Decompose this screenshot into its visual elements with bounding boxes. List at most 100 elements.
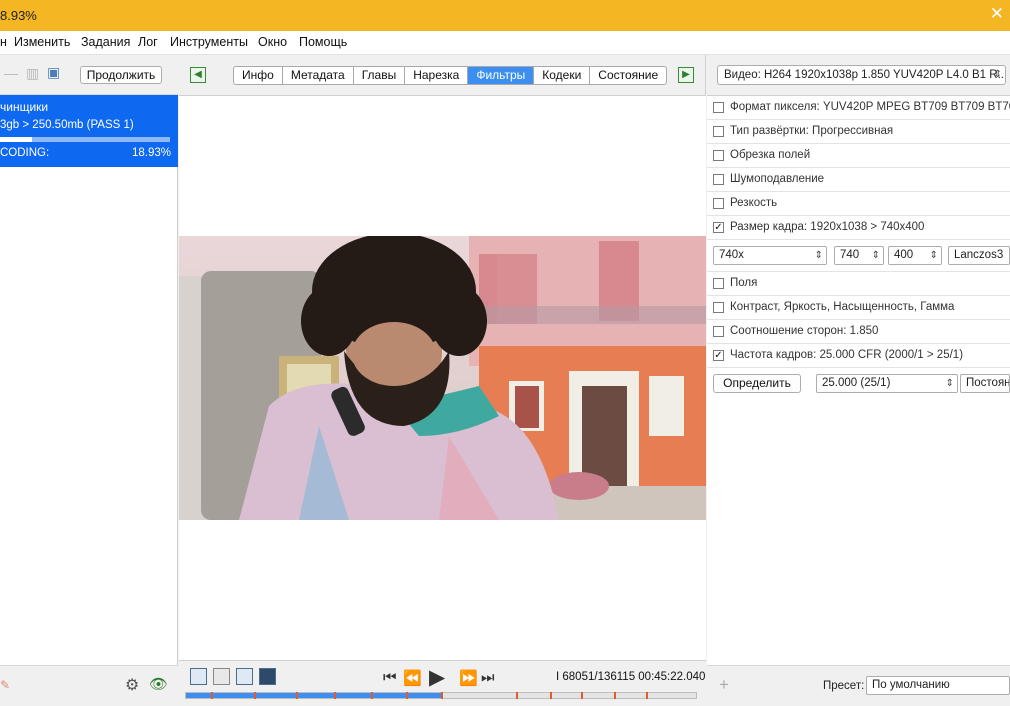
filter-framerate[interactable]: ✓ Частота кадров: 25.000 CFR (2000/1 > 2… [707,344,1010,368]
fast-forward-icon[interactable]: ⏩ [459,669,478,687]
chapter-marker [441,692,443,699]
chapter-marker [581,692,583,699]
filter-aspect[interactable]: Соотношение сторон: 1.850 [707,320,1010,344]
queue-toolbar: — ▥ ▣ Продолжить [0,55,178,95]
filter-resize[interactable]: ✓ Размер кадра: 1920x1038 > 740x400 [707,216,1010,240]
filter-checkbox[interactable] [713,302,724,313]
gear-icon[interactable]: ⚙ [125,675,139,695]
rewind-icon[interactable]: ⏪ [403,669,422,687]
filter-label: Тип развёртки: Прогрессивная [730,125,894,137]
width-value: 740 [840,249,860,261]
job-item[interactable]: чинщики 3gb > 250.50mb (PASS 1) CODING: … [0,95,178,167]
resize-preset-value: 740x [719,249,744,261]
timecode: I 68051/136115 00:45:22.040 [556,671,706,683]
height-input[interactable]: 400 ⇕ [888,246,942,265]
filter-label: Резкость [730,197,778,209]
copy-icon[interactable] [236,668,253,685]
job-percent: 18.93% [131,147,171,159]
tab-trim[interactable]: Нарезка [405,67,469,84]
play-icon[interactable]: ▶ [429,665,445,690]
save-icon[interactable]: ▣ [47,64,60,81]
chapter-marker [614,692,616,699]
filter-label: Контраст, Яркость, Насыщенность, Гамма [730,301,955,313]
chapter-marker [371,692,373,699]
menu-edit[interactable]: Изменить [14,35,70,49]
scaler-select[interactable]: Lanczos3 [948,246,1010,265]
nav-back-icon[interactable]: ◀ [190,67,206,83]
tab-status[interactable]: Состояние [590,67,666,84]
filter-checkbox-checked[interactable]: ✓ [713,222,724,233]
updown-icon: ⇕ [871,250,880,261]
filter-color[interactable]: Контраст, Яркость, Насыщенность, Гамма [707,296,1010,320]
add-icon[interactable]: + [719,675,729,695]
filter-scan-type[interactable]: Тип развёртки: Прогрессивная [707,120,1010,144]
tab-filters[interactable]: Фильтры [468,67,535,84]
tab-chapters[interactable]: Главы [354,67,406,84]
framerate-mode-select[interactable]: Постоян [960,374,1010,393]
close-icon[interactable]: ✕ [990,4,1004,24]
width-input[interactable]: 740 ⇕ [834,246,884,265]
filter-label: Формат пикселя: YUV420P MPEG BT709 BT709… [730,101,1010,113]
chapter-marker [406,692,408,699]
stream-select[interactable]: Видео: H264 1920x1038p 1.850 YUV420P L4.… [717,65,1006,85]
filter-label: Частота кадров: 25.000 CFR (2000/1 > 25/… [730,349,964,361]
preset-label: Пресет: [823,680,865,692]
menu-jobs[interactable]: Задания [81,35,130,49]
menu-log[interactable]: Лог [138,35,158,49]
filter-checkbox[interactable] [713,102,724,113]
filter-fields[interactable]: Поля [707,272,1010,296]
skip-start-icon[interactable]: ⏮ [383,669,397,686]
resize-settings: 740x ⇕ 740 ⇕ 400 ⇕ Lanczos3 [707,240,1010,272]
filter-denoise[interactable]: Шумоподавление [707,168,1010,192]
trash-icon[interactable]: ▥ [26,65,39,82]
preset-select[interactable]: По умолчанию [866,676,1010,695]
chapter-marker [296,692,298,699]
tab-info[interactable]: Инфо [234,67,283,84]
chapter-marker [254,692,256,699]
menu-help[interactable]: Помощь [299,35,347,49]
menu-file[interactable]: н [0,35,7,49]
filter-checkbox[interactable] [713,126,724,137]
nav-forward-icon[interactable]: ▶ [678,67,694,83]
tab-codecs[interactable]: Кодеки [534,67,591,84]
skip-end-icon[interactable]: ⏭ [481,669,495,686]
continue-button[interactable]: Продолжить [80,66,162,84]
image-icon[interactable] [259,668,276,685]
job-name: чинщики [0,100,49,114]
chapter-marker [211,692,213,699]
filter-crop[interactable]: Обрезка полей [707,144,1010,168]
eye-icon[interactable]: 👁 [149,675,168,693]
menu-tools[interactable]: Инструменты [170,35,248,49]
filter-sharpen[interactable]: Резкость [707,192,1010,216]
tab-metadata[interactable]: Метадата [283,67,354,84]
menu-window[interactable]: Окно [258,35,287,49]
detect-button[interactable]: Определить [713,374,801,393]
book-icon[interactable] [190,668,207,685]
title-bar: 8.93% ✕ [0,0,1010,31]
filter-checkbox[interactable] [713,198,724,209]
pencil-icon[interactable]: ✎ [0,678,10,692]
scaler-value: Lanczos3 [954,249,1004,261]
updown-icon: ⇕ [814,250,823,261]
filter-checkbox-checked[interactable]: ✓ [713,350,724,361]
filter-label: Размер кадра: 1920x1038 > 740x400 [730,221,925,233]
filters-list: Формат пикселя: YUV420P MPEG BT709 BT709… [707,95,1010,665]
cut-icon[interactable] [213,668,230,685]
filter-label: Шумоподавление [730,173,825,185]
minus-icon[interactable]: — [4,65,18,81]
menu-bar: н Изменить Задания Лог Инструменты Окно … [0,31,1010,55]
framerate-settings: Определить 25.000 (25/1) ⇕ Постоян [707,368,1010,400]
filter-checkbox[interactable] [713,150,724,161]
filter-checkbox[interactable] [713,174,724,185]
job-sizes: 3gb > 250.50mb (PASS 1) [0,119,134,131]
filter-checkbox[interactable] [713,326,724,337]
resize-preset-select[interactable]: 740x ⇕ [713,246,827,265]
filter-pixel-format[interactable]: Формат пикселя: YUV420P MPEG BT709 BT709… [707,96,1010,120]
timeline-slider[interactable] [185,692,697,699]
framerate-select[interactable]: 25.000 (25/1) ⇕ [816,374,958,393]
filter-label: Соотношение сторон: 1.850 [730,325,879,337]
player-controls: ⏮ ⏪ ▶ ⏩ ⏭ I 68051/136115 00:45:22.040 [179,660,706,706]
filter-label: Обрезка полей [730,149,811,161]
filters-pane: Видео: H264 1920x1038p 1.850 YUV420P L4.… [707,55,1010,706]
filter-checkbox[interactable] [713,278,724,289]
